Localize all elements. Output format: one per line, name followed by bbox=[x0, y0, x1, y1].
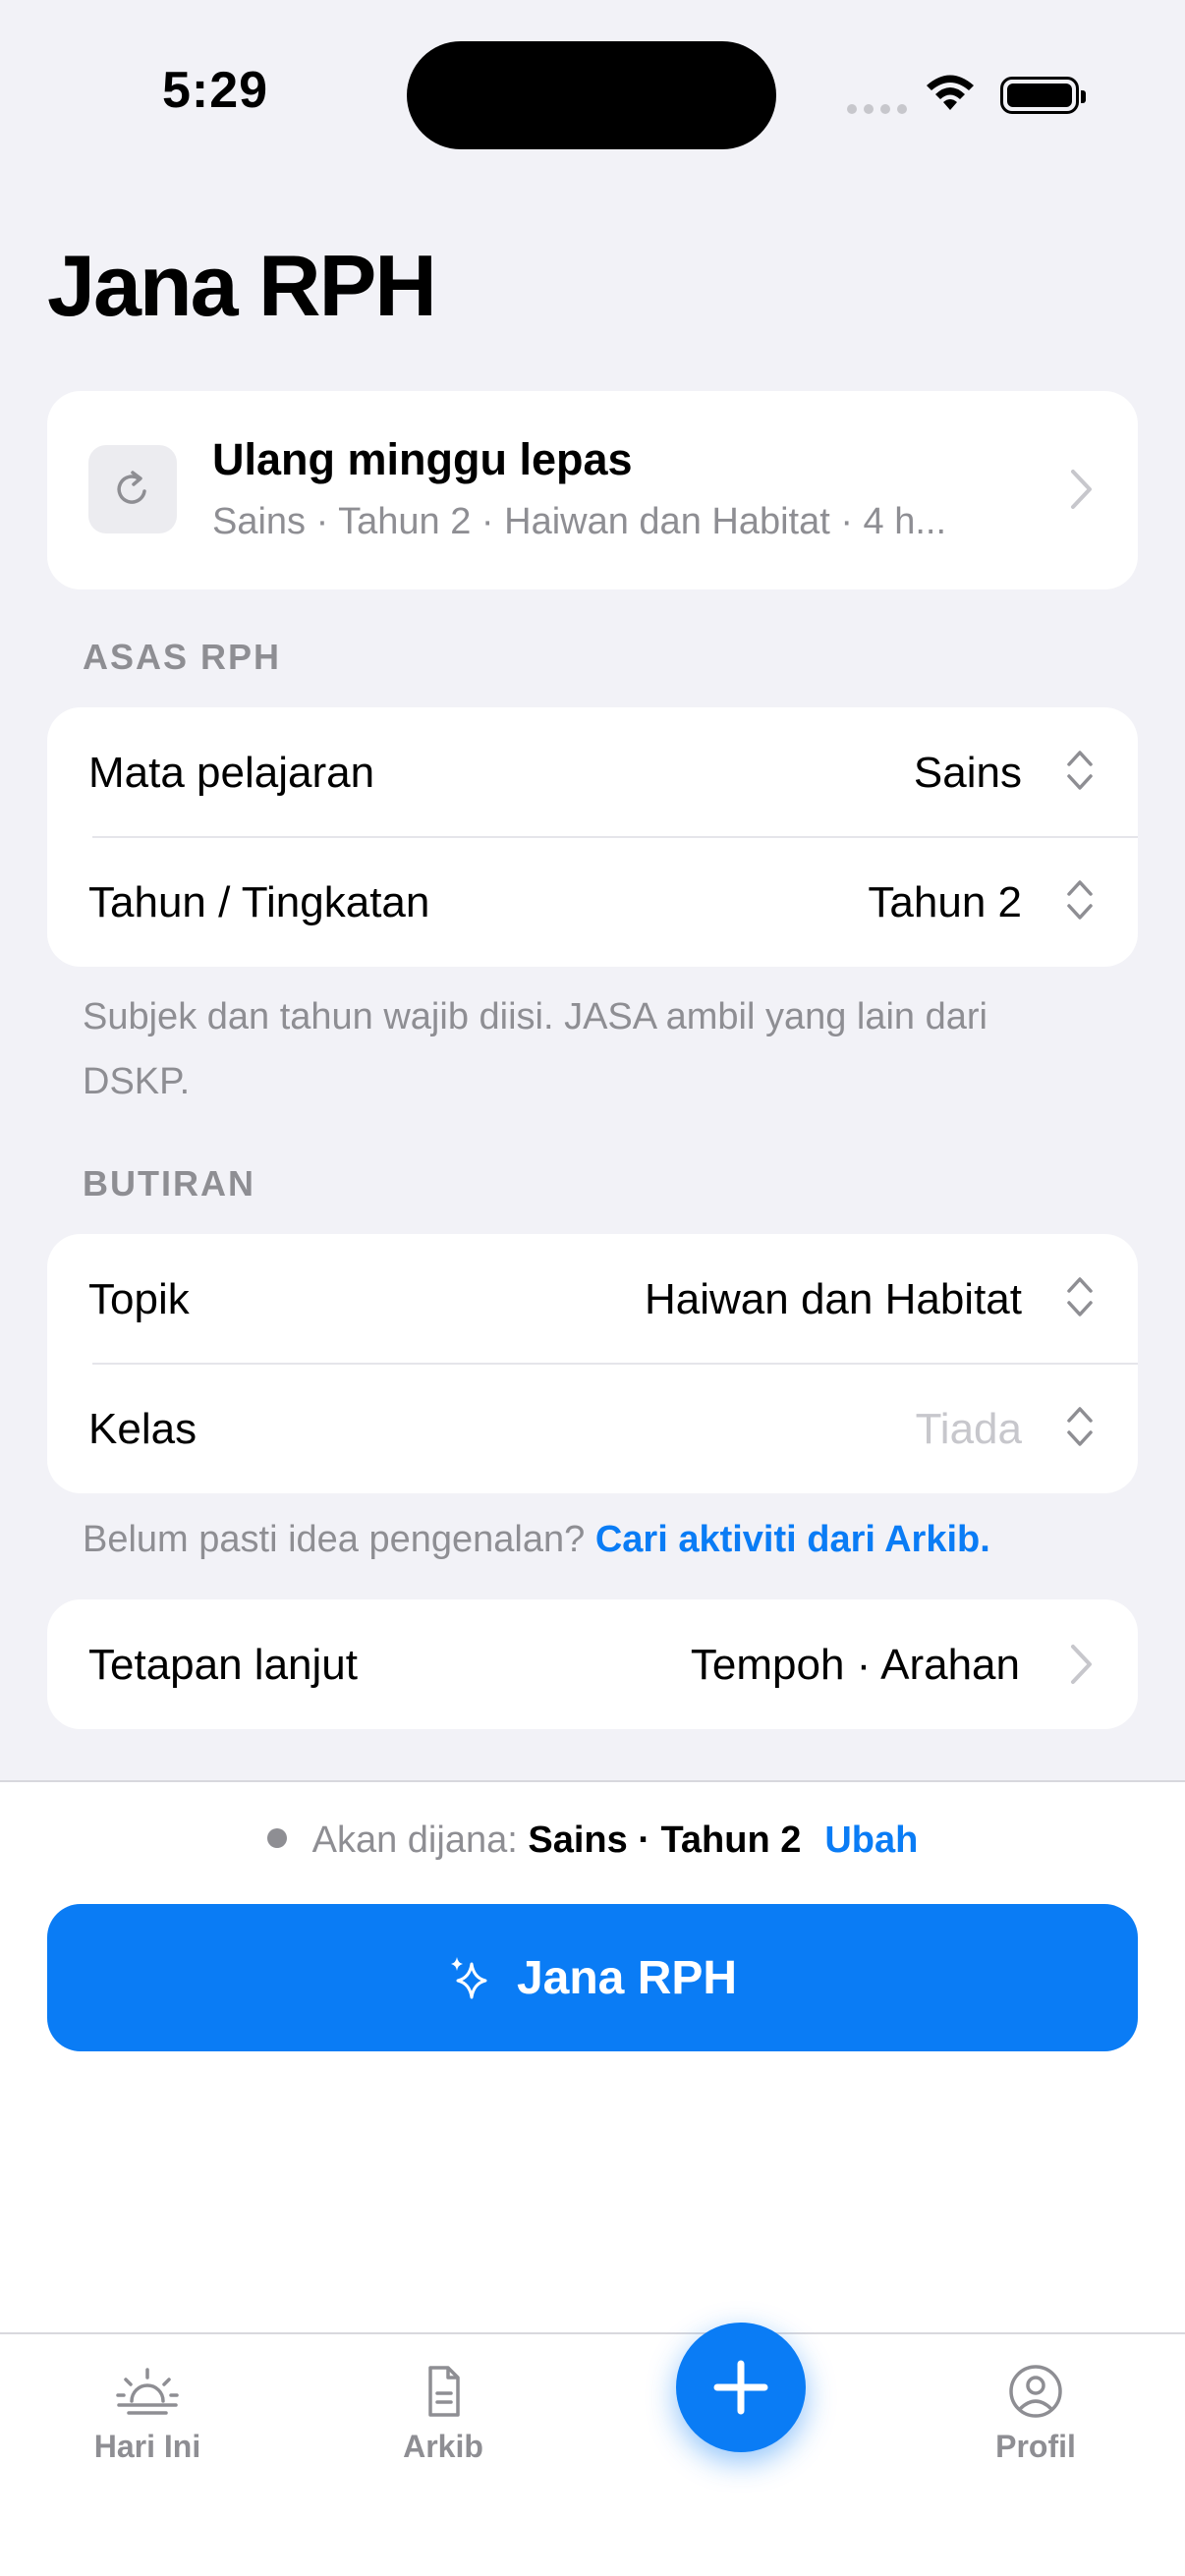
generate-rph-button[interactable]: Jana RPH bbox=[47, 1904, 1138, 2051]
year-value: Tahun 2 bbox=[868, 878, 1022, 926]
year-picker[interactable]: Tahun / Tingkatan Tahun 2 bbox=[47, 837, 1138, 967]
tab-bar: Hari Ini Arkib Profil bbox=[0, 2332, 1185, 2576]
advanced-value: Tempoh · Arahan bbox=[690, 1641, 1020, 1689]
butiran-footnote-text: Belum pasti idea pengenalan? bbox=[83, 1519, 595, 1560]
repeat-card-title: Ulang minggu lepas bbox=[212, 434, 633, 484]
summary-value: Sains · Tahun 2 bbox=[528, 1820, 802, 1861]
status-bar: 5:29 bbox=[0, 0, 1185, 196]
class-value: Tiada bbox=[915, 1405, 1022, 1453]
chevron-up-down-icon bbox=[1067, 1277, 1093, 1316]
topic-picker[interactable]: Topik Haiwan dan Habitat bbox=[47, 1234, 1138, 1364]
topic-value: Haiwan dan Habitat bbox=[644, 1275, 1022, 1323]
tab-hari-ini[interactable]: Hari Ini bbox=[29, 2364, 265, 2465]
wifi-icon bbox=[927, 75, 974, 110]
dynamic-island bbox=[407, 41, 776, 149]
advanced-label: Tetapan lanjut bbox=[88, 1641, 358, 1689]
generation-summary: Akan dijana: Sains · Tahun 2 Ubah bbox=[0, 1820, 1185, 1862]
section-label-butiran: BUTIRAN bbox=[83, 1163, 255, 1204]
sunrise-icon bbox=[116, 2368, 179, 2415]
chevron-right-icon bbox=[1071, 470, 1092, 509]
screen: 5:29 Jana RPH Ulang minggu lepas Sains ·… bbox=[0, 0, 1185, 2576]
document-icon bbox=[428, 2366, 460, 2417]
repeat-card-subtitle: Sains · Tahun 2 · Haiwan dan Habitat · 4… bbox=[212, 501, 947, 542]
refresh-icon bbox=[88, 445, 177, 533]
chevron-up-down-icon bbox=[1067, 751, 1093, 790]
chevron-right-icon bbox=[1071, 1645, 1092, 1684]
search-archive-link[interactable]: Cari aktiviti dari Arkib. bbox=[595, 1519, 990, 1560]
butiran-footnote: Belum pasti idea pengenalan? Cari aktivi… bbox=[83, 1507, 1104, 1572]
page-title: Jana RPH bbox=[47, 237, 437, 334]
tab-label: Arkib bbox=[403, 2429, 483, 2464]
generate-button-label: Jana RPH bbox=[516, 1951, 738, 2004]
sparkles-icon bbox=[450, 1957, 487, 1999]
tab-label: Hari Ini bbox=[93, 2429, 201, 2464]
asas-footnote: Subjek dan tahun wajib diisi. JASA ambil… bbox=[83, 996, 988, 1102]
battery-icon bbox=[1000, 77, 1086, 114]
create-fab-button[interactable] bbox=[676, 2323, 806, 2452]
bottom-panel bbox=[0, 1780, 1185, 2334]
tab-label: Profil bbox=[995, 2429, 1076, 2464]
chevron-up-down-icon bbox=[1067, 1407, 1093, 1446]
repeat-last-week-card[interactable]: Ulang minggu lepas Sains · Tahun 2 · Hai… bbox=[47, 391, 1138, 589]
section-label-asas: ASAS RPH bbox=[83, 637, 282, 677]
cellular-signal-icon bbox=[847, 104, 907, 114]
subject-value: Sains bbox=[913, 749, 1022, 797]
year-label: Tahun / Tingkatan bbox=[88, 878, 430, 926]
status-dot-icon bbox=[266, 1828, 287, 1848]
tab-arkib[interactable]: Arkib bbox=[325, 2364, 561, 2465]
subject-label: Mata pelajaran bbox=[88, 749, 375, 797]
plus-icon bbox=[713, 2360, 768, 2415]
status-time: 5:29 bbox=[162, 62, 269, 119]
topic-label: Topik bbox=[88, 1275, 190, 1323]
class-label: Kelas bbox=[88, 1405, 198, 1453]
summary-prefix: Akan dijana: bbox=[311, 1820, 529, 1861]
asas-card: Mata pelajaran Sains Tahun / Tingkatan T… bbox=[47, 707, 1138, 967]
edit-link[interactable]: Ubah bbox=[824, 1820, 918, 1861]
subject-picker[interactable]: Mata pelajaran Sains bbox=[47, 707, 1138, 837]
person-circle-icon bbox=[1009, 2365, 1062, 2418]
tab-profil[interactable]: Profil bbox=[918, 2364, 1154, 2465]
class-picker[interactable]: Kelas Tiada bbox=[47, 1364, 1138, 1493]
butiran-card: Topik Haiwan dan Habitat Kelas Tiada bbox=[47, 1234, 1138, 1493]
advanced-settings-row[interactable]: Tetapan lanjut Tempoh · Arahan bbox=[47, 1599, 1138, 1729]
chevron-up-down-icon bbox=[1067, 880, 1093, 920]
